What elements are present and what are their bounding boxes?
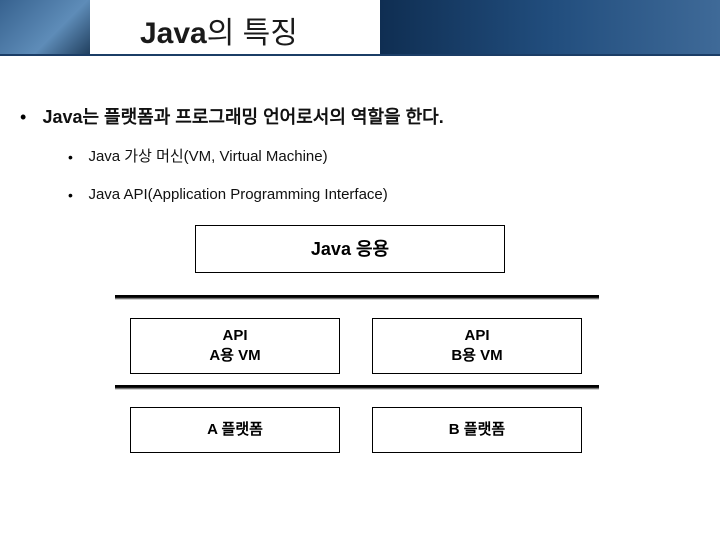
diagram-a1-line2: A용 VM <box>209 346 260 366</box>
diagram-b2-label: B 플랫폼 <box>449 420 505 440</box>
title-bg-left-decoration <box>0 0 90 56</box>
title-band: Java의 특징 <box>0 0 720 70</box>
title-suffix: 의 특징 <box>207 17 298 50</box>
bullet-level2-item: • Java 가상 머신(VM, Virtual Machine) <box>68 147 720 167</box>
diagram-divider-1 <box>115 295 599 300</box>
title-main: Java <box>140 17 207 50</box>
bullet-level2-list: • Java 가상 머신(VM, Virtual Machine) • Java… <box>68 147 720 205</box>
bullet-level1: • Java는 플랫폼과 프로그래밍 언어로서의 역할을 한다. <box>20 105 690 129</box>
slide-title: Java의 특징 <box>140 8 298 52</box>
diagram-box-platform-a: A 플랫폼 <box>130 407 340 453</box>
diagram-b1-line2: B용 VM <box>451 346 502 366</box>
title-underline <box>0 54 720 56</box>
diagram-divider-2 <box>115 385 599 390</box>
diagram-box-top: Java 응용 <box>195 225 505 273</box>
bullet-level2-text-a: Java 가상 머신(VM, Virtual Machine) <box>88 147 327 167</box>
diagram-a1-line1: API <box>209 326 260 346</box>
bullet-dot-icon: • <box>68 147 84 167</box>
bullet-level2-text-b: Java API(Application Programming Interfa… <box>88 185 387 205</box>
diagram-box-api-a: API A용 VM <box>130 318 340 374</box>
bullet-level1-text: Java는 플랫폼과 프로그래밍 언어로서의 역할을 한다. <box>42 105 443 129</box>
diagram-a2-label: A 플랫폼 <box>207 420 263 440</box>
diagram-box-platform-b: B 플랫폼 <box>372 407 582 453</box>
bullet-level2-item: • Java API(Application Programming Inter… <box>68 185 720 205</box>
content-area: • Java는 플랫폼과 프로그래밍 언어로서의 역할을 한다. • Java … <box>0 105 720 223</box>
diagram-box-api-b: API B용 VM <box>372 318 582 374</box>
slide: Java의 특징 • Java는 플랫폼과 프로그래밍 언어로서의 역할을 한다… <box>0 0 720 540</box>
bullet-dot-icon: • <box>68 185 84 205</box>
title-bg-right-decoration <box>380 0 720 56</box>
diagram-b1-line1: API <box>451 326 502 346</box>
diagram-box-top-label: Java 응용 <box>311 237 389 261</box>
bullet-dot-icon: • <box>20 105 38 129</box>
